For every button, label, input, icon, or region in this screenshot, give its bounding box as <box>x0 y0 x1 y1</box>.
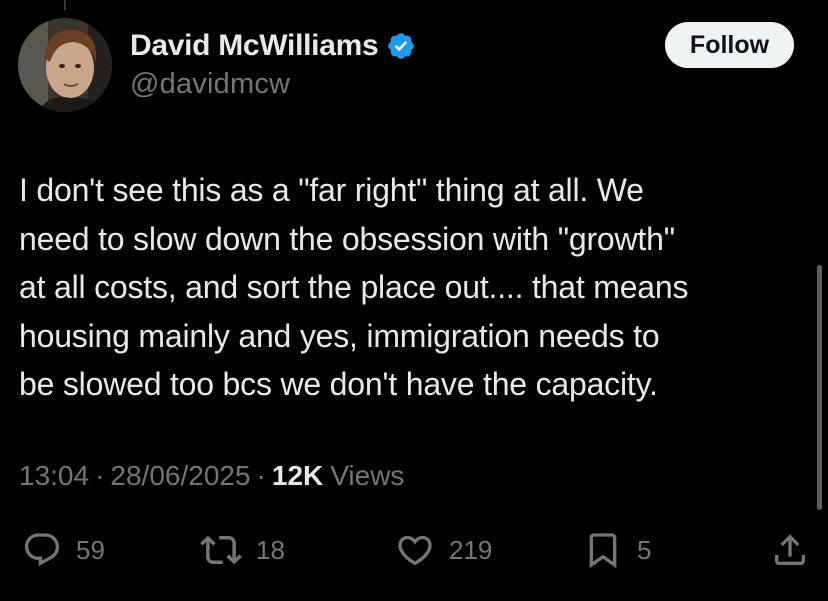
bookmark-count: 5 <box>637 534 652 565</box>
author-handle[interactable]: @davidmcw <box>130 68 416 101</box>
tweet-date[interactable]: 28/06/2025 <box>110 460 250 492</box>
meta-separator: · <box>256 460 266 491</box>
bookmark-button[interactable]: 5 <box>583 528 651 572</box>
author-name-row: David McWilliams <box>130 26 416 66</box>
reply-button[interactable]: 59 <box>22 528 105 572</box>
bookmark-icon <box>589 533 617 569</box>
retweet-count: 18 <box>256 534 285 565</box>
author-info: David McWilliams @davidmcw <box>130 26 416 101</box>
thread-connector-line <box>64 0 66 10</box>
retweet-button[interactable]: 18 <box>200 528 285 572</box>
avatar[interactable] <box>18 18 112 112</box>
share-button[interactable] <box>770 528 810 572</box>
views-label: Views <box>330 460 405 491</box>
views-count: 12K <box>271 460 324 491</box>
heart-icon <box>398 535 432 566</box>
author-display-name[interactable]: David McWilliams <box>130 29 379 63</box>
like-button[interactable]: 219 <box>395 528 492 572</box>
reply-icon <box>24 533 60 567</box>
share-icon <box>775 534 805 565</box>
verified-badge-icon[interactable] <box>386 31 416 61</box>
like-count: 219 <box>449 534 493 565</box>
avatar-image <box>18 18 112 112</box>
retweet-icon <box>200 535 242 565</box>
reply-count: 59 <box>76 534 105 565</box>
tweet-text: I don't see this as a "far right" thing … <box>19 172 689 402</box>
meta-separator: · <box>95 460 105 491</box>
follow-button[interactable]: Follow <box>665 22 794 68</box>
tweet-metadata: 13:04 · 28/06/2025 · 12K Views <box>19 460 404 492</box>
scrollbar-thumb[interactable] <box>817 265 822 510</box>
tweet-time[interactable]: 13:04 <box>19 460 89 492</box>
